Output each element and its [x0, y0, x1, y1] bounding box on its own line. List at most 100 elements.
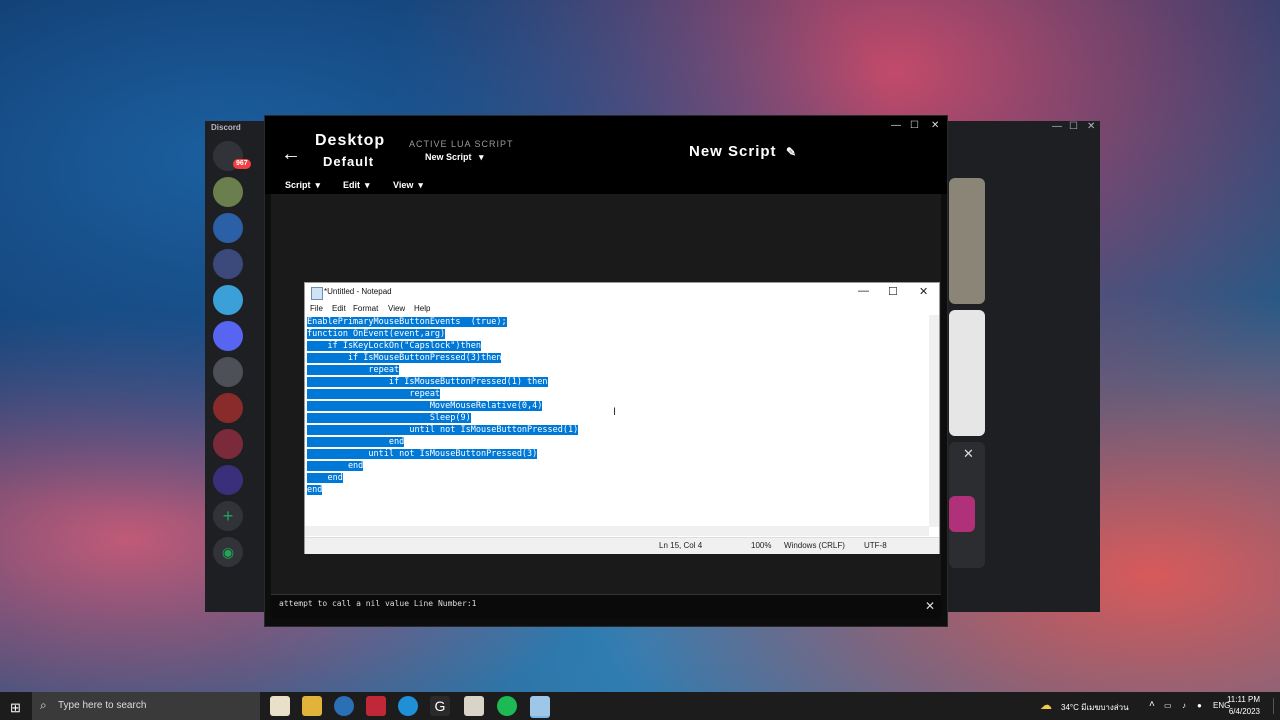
discord-minimize-button[interactable]: — [1052, 121, 1062, 132]
discord-maximize-button[interactable]: ☐ [1069, 121, 1078, 132]
code-line: if IsKeyLockOn("Capslock")then [307, 341, 481, 351]
taskbar-clock[interactable]: 11:11 PM 6/4/2023 [1227, 694, 1260, 718]
menu-script-label: Script [285, 180, 311, 190]
notepad-icon [311, 287, 323, 300]
encoding: UTF-8 [864, 541, 887, 550]
code-line: end [307, 437, 405, 447]
server-folder-icon[interactable] [213, 429, 243, 459]
server-folder-icon[interactable] [213, 357, 243, 387]
show-desktop-divider[interactable] [1273, 698, 1274, 714]
volume-icon[interactable]: ♪ [1182, 701, 1186, 710]
ghub-minimize-button[interactable]: — [891, 120, 901, 131]
code-line: Sleep(9) [307, 413, 471, 423]
notepad-text-area[interactable]: EnablePrimaryMouseButtonEvents (true); f… [307, 316, 925, 526]
code-line: until not IsMouseButtonPressed(1) [307, 425, 579, 435]
code-line: until not IsMouseButtonPressed(3) [307, 449, 538, 459]
code-line: repeat [307, 365, 400, 375]
code-line: repeat [307, 389, 441, 399]
close-icon[interactable]: ✕ [925, 599, 935, 613]
code-line: function OnEvent(event,arg) [307, 329, 446, 339]
edge-icon[interactable] [398, 696, 418, 716]
server-icon[interactable] [213, 285, 243, 315]
unread-badge: 967 [233, 159, 251, 169]
text-cursor-icon: I [613, 406, 617, 418]
notepad-statusbar: Ln 15, Col 4 100% Windows (CRLF) UTF-8 [305, 537, 939, 554]
ghub-device-title: Desktop [315, 132, 386, 149]
console-output: attempt to call a nil value Line Number:… [271, 594, 941, 619]
back-arrow-icon[interactable]: ← [281, 143, 301, 166]
script-title[interactable]: New Script ✎ [689, 143, 797, 160]
notepad-close-button[interactable]: ✕ [919, 285, 928, 298]
notepad-taskbar-icon[interactable] [530, 696, 550, 718]
taskbar-app-icon[interactable] [334, 696, 354, 716]
notepad-titlebar[interactable]: *Untitled - Notepad — ☐ ✕ [305, 283, 939, 303]
code-line: end [307, 461, 364, 471]
chevron-down-icon: ▾ [413, 180, 423, 190]
active-script-dropdown[interactable]: New Script ▾ [425, 152, 484, 163]
menu-view[interactable]: View [388, 304, 405, 313]
notepad-minimize-button[interactable]: — [858, 285, 869, 297]
promo-image [949, 496, 975, 532]
add-server-icon[interactable]: + [213, 501, 243, 531]
file-explorer-icon[interactable] [302, 696, 322, 716]
taskbar-app-icon[interactable] [464, 696, 484, 716]
discord-home-icon[interactable]: 967 [213, 141, 251, 171]
server-folder-icon[interactable] [213, 465, 243, 495]
search-icon: ⌕ [40, 698, 47, 712]
zoom-level: 100% [751, 541, 772, 550]
notepad-menubar: File Edit Format View Help [305, 303, 939, 315]
active-script-value: New Script [425, 152, 472, 162]
server-icon[interactable] [213, 321, 243, 351]
chevron-down-icon: ▾ [310, 180, 321, 190]
code-line: if IsMouseButtonPressed(3)then [307, 353, 502, 363]
discord-close-button[interactable]: ✕ [1087, 121, 1095, 132]
close-icon[interactable]: ✕ [963, 446, 974, 462]
search-placeholder: Type here to search [58, 700, 147, 711]
menu-edit[interactable]: Edit ▾ [343, 180, 370, 191]
discord-title: Discord [211, 123, 241, 132]
notepad-title: *Untitled - Notepad [324, 287, 392, 296]
ghub-close-button[interactable]: ✕ [931, 120, 939, 131]
server-folder-icon[interactable] [213, 249, 243, 279]
menu-edit-label: Edit [343, 180, 360, 190]
microphone-icon[interactable]: ● [1197, 701, 1202, 710]
ghub-maximize-button[interactable]: ☐ [910, 120, 919, 131]
side-panel-card [949, 178, 985, 304]
line-ending: Windows (CRLF) [784, 541, 845, 550]
clock-date: 6/4/2023 [1228, 707, 1260, 716]
notepad-maximize-button[interactable]: ☐ [888, 285, 898, 298]
menu-help[interactable]: Help [414, 304, 430, 313]
ghub-profile-name: Default [323, 154, 375, 169]
taskbar: ⊞ ⌕ Type here to search G ☁ 34°C มีเมฆบา… [0, 692, 1280, 720]
spotify-icon[interactable] [497, 696, 517, 716]
menu-script[interactable]: Script ▾ [285, 180, 320, 191]
notepad-window[interactable]: *Untitled - Notepad — ☐ ✕ File Edit Form… [304, 282, 940, 554]
code-line: if IsMouseButtonPressed(1) then [307, 377, 548, 387]
server-folder-icon[interactable] [213, 393, 243, 423]
server-icon[interactable] [213, 213, 243, 243]
code-line: end [307, 485, 323, 495]
menu-view[interactable]: View ▾ [393, 180, 423, 191]
code-line: end [307, 473, 343, 483]
clock-time: 11:11 PM [1226, 695, 1260, 704]
server-icon[interactable] [213, 177, 243, 207]
network-icon[interactable]: ▭ [1164, 701, 1172, 710]
taskbar-app-icon[interactable] [270, 696, 290, 716]
chevron-up-icon[interactable]: ˄ [1149, 699, 1155, 710]
script-name: New Script [689, 143, 777, 160]
horizontal-scrollbar[interactable] [305, 526, 929, 536]
menu-edit[interactable]: Edit [332, 304, 346, 313]
vertical-scrollbar[interactable] [929, 315, 939, 527]
menu-format[interactable]: Format [353, 304, 378, 313]
weather-text[interactable]: 34°C มีเมฆบางส่วน [1061, 701, 1129, 714]
pencil-icon[interactable]: ✎ [782, 145, 797, 159]
windows-start-icon[interactable]: ⊞ [10, 700, 21, 716]
menu-file[interactable]: File [310, 304, 323, 313]
explore-compass-icon[interactable]: ◉ [213, 537, 243, 567]
menu-view-label: View [393, 180, 414, 190]
taskbar-search[interactable]: ⌕ Type here to search [32, 692, 260, 720]
taskbar-app-icon[interactable] [366, 696, 386, 716]
logitech-ghub-icon[interactable]: G [430, 696, 450, 716]
chevron-down-icon: ▾ [474, 152, 484, 162]
side-panel-card [949, 310, 985, 436]
